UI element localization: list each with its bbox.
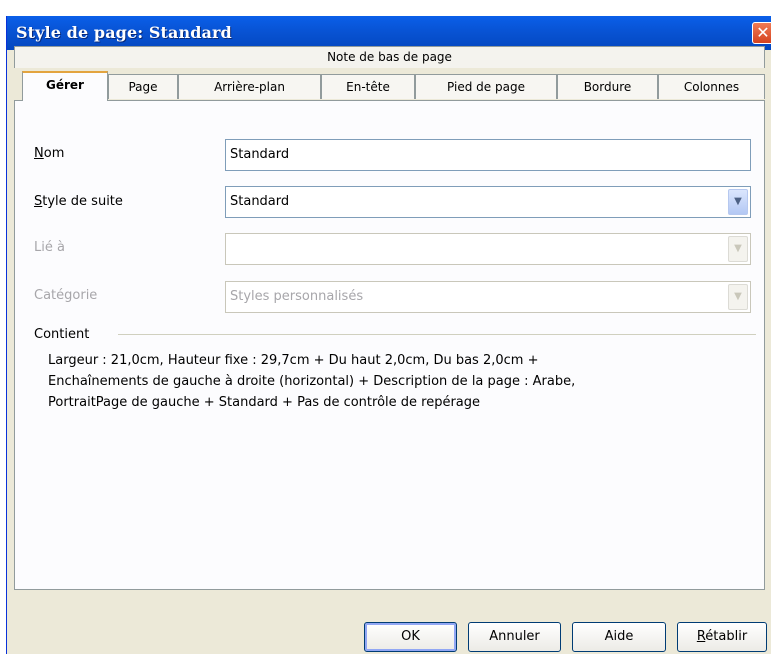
close-button[interactable]: ✕ — [752, 22, 771, 44]
style-de-suite-rest: tyle de suite — [42, 194, 123, 209]
tab-en-tete[interactable]: En-tête — [321, 74, 415, 99]
contient-line: Enchaînements de gauche à droite (horizo… — [48, 374, 576, 389]
contient-description: Largeur : 21,0cm, Hauteur fixe : 29,7cm … — [48, 350, 748, 413]
contient-line: Largeur : 21,0cm, Hauteur fixe : 29,7cm … — [48, 353, 539, 368]
nom-label-rest: om — [43, 146, 65, 161]
tab-bordure[interactable]: Bordure — [557, 74, 658, 99]
categorie-value: Styles personnalisés — [230, 289, 364, 304]
style-de-suite-value: Standard — [230, 194, 290, 209]
tab-pied-de-page[interactable]: Pied de page — [415, 74, 557, 99]
tab-note-de-bas-de-page[interactable]: Note de bas de page — [14, 46, 765, 68]
ok-button[interactable]: OK — [364, 622, 457, 652]
nom-label: Nom — [34, 146, 64, 161]
window-title: Style de page: Standard — [16, 23, 232, 42]
annuler-button[interactable]: Annuler — [468, 622, 561, 652]
tab-panel-gerer — [14, 100, 765, 590]
aide-button[interactable]: Aide — [572, 622, 666, 652]
categorie-select: Styles personnalisés ▼ — [225, 281, 751, 313]
tab-page[interactable]: Page — [108, 74, 178, 99]
style-de-suite-label: Style de suite — [34, 194, 123, 209]
retablir-rest: établir — [705, 629, 748, 644]
tab-arriere-plan[interactable]: Arrière-plan — [178, 74, 321, 99]
tab-gerer[interactable]: Gérer — [22, 71, 108, 101]
nom-label-mnemonic: N — [34, 146, 44, 161]
close-icon: ✕ — [756, 23, 770, 42]
contient-divider — [118, 334, 756, 335]
chevron-down-icon: ▼ — [728, 284, 748, 310]
chevron-down-icon: ▼ — [728, 236, 748, 262]
nom-input[interactable]: Standard — [225, 139, 751, 171]
style-de-suite-select[interactable]: Standard ▼ — [225, 186, 751, 218]
lie-a-select: ▼ — [225, 233, 751, 265]
contient-line: PortraitPage de gauche + Standard + Pas … — [48, 395, 481, 410]
chevron-down-icon[interactable]: ▼ — [728, 189, 748, 215]
tab-colonnes[interactable]: Colonnes — [658, 74, 765, 99]
nom-value: Standard — [230, 147, 290, 162]
retablir-button[interactable]: Rétablir — [677, 622, 767, 652]
title-bar[interactable]: Style de page: Standard ✕ — [7, 16, 771, 50]
retablir-mnemonic: R — [696, 629, 706, 644]
categorie-label: Catégorie — [34, 288, 98, 303]
contient-label: Contient — [34, 327, 94, 342]
lie-a-label: Lié à — [34, 240, 65, 255]
